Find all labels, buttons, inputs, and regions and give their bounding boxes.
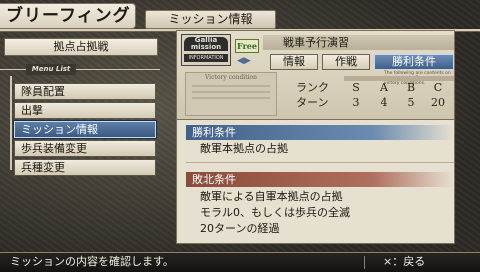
back-button-hint[interactable]: ×：戻る: [383, 255, 425, 269]
victory-condition-box: Victory condition: [185, 72, 277, 116]
menu-item-squad-deploy[interactable]: 隊員配置: [14, 83, 156, 100]
menu-list-label: Menu List: [26, 64, 76, 75]
victory-box-line: [192, 85, 270, 87]
turns-value: 5: [407, 96, 415, 109]
defeat-condition-item: モラル0、もしくは歩兵の全滅: [200, 206, 350, 219]
rank-row: ランク S A B C: [296, 80, 456, 95]
tab-strategy[interactable]: 作戦: [322, 54, 370, 70]
victory-conditions-heading: 勝利条件: [186, 125, 454, 140]
section-divider: [186, 162, 454, 163]
emblem-bottom-text: INFORMATION: [184, 54, 228, 62]
victory-condition-item: 敵軍本拠点の占拠: [200, 142, 288, 155]
page-title: ブリーフィング: [0, 3, 136, 29]
turns-label: ターン: [296, 96, 329, 109]
free-badge: Free: [235, 39, 259, 53]
rank-label: ランク: [296, 81, 329, 94]
menu-item-mission-info[interactable]: ミッション情報: [14, 121, 156, 138]
chapter-label: 拠点占拠戦: [4, 38, 158, 56]
rank-grade: S: [352, 81, 360, 94]
defeat-conditions-heading: 敗北条件: [186, 172, 454, 187]
rank-grade: C: [433, 81, 443, 94]
victory-box-line: [192, 97, 270, 99]
tab-info[interactable]: 情報: [270, 54, 318, 70]
menu-divider: [0, 69, 160, 70]
rank-grade: A: [380, 81, 388, 94]
rank-table: ランク S A B C ターン 3 4 5 20: [296, 80, 456, 110]
defeat-condition-item: 20ターンの経過: [200, 222, 280, 235]
menu-item-class-change[interactable]: 兵種変更: [14, 159, 156, 176]
menu-item-sortie[interactable]: 出撃: [14, 102, 156, 119]
turns-value: 3: [352, 96, 360, 109]
defeat-condition-item: 敵軍による自軍本拠点の占拠: [200, 190, 343, 203]
emblem-top-text: Gallia mission: [184, 37, 228, 51]
mission-title: 戦車予行演習: [263, 35, 454, 50]
victory-box-title: Victory condition: [204, 74, 258, 81]
tab-victory-conditions[interactable]: 勝利条件: [374, 54, 454, 70]
subtab-mission-info: ミッション情報: [145, 10, 276, 29]
tab-arrows-icon: ◀▶: [237, 56, 251, 66]
turns-row: ターン 3 4 5 20: [296, 95, 456, 110]
victory-box-line: [192, 91, 270, 93]
menu-item-infantry-equipment[interactable]: 歩兵装備変更: [14, 140, 156, 157]
menu-bracket: [10, 76, 12, 170]
hint-separator: [364, 256, 365, 269]
rank-grade: B: [406, 81, 416, 94]
turns-value: 20: [431, 96, 445, 109]
turns-value: 4: [380, 96, 388, 109]
status-message: ミッションの内容を確認します。: [10, 255, 174, 268]
mission-emblem-icon: Gallia mission INFORMATION: [181, 34, 231, 66]
